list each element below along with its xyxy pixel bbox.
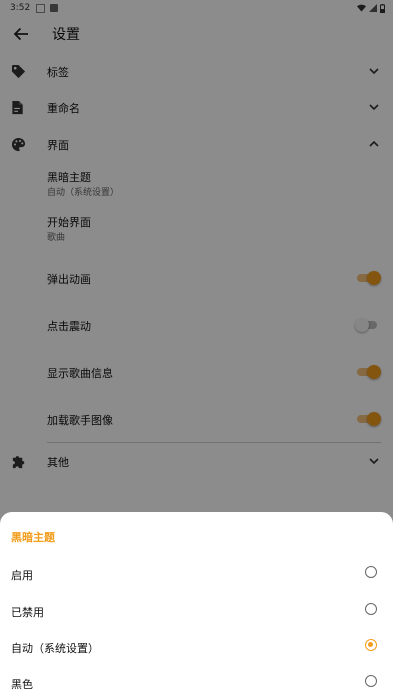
option-auto-system[interactable]: 自动（系统设置）	[0, 628, 393, 665]
option-black[interactable]: 黑色	[0, 664, 393, 700]
sheet-title: 黑暗主题	[11, 531, 55, 544]
radio-button[interactable]	[365, 603, 377, 615]
option-label: 黑色	[11, 678, 33, 691]
option-label: 已禁用	[11, 606, 44, 619]
option-label: 自动（系统设置）	[11, 642, 99, 655]
dark-theme-bottom-sheet: 黑暗主题 启用 已禁用 自动（系统设置） 黑色	[0, 512, 393, 700]
radio-button-selected[interactable]	[365, 639, 377, 651]
option-disabled[interactable]: 已禁用	[0, 592, 393, 629]
radio-button[interactable]	[365, 675, 377, 687]
radio-button[interactable]	[365, 566, 377, 578]
option-label: 启用	[11, 569, 33, 582]
screen: 3:52 设置 标签 重命名 界面 黑暗主题 自动（系统设置） 开始界面 歌曲 …	[0, 0, 393, 700]
option-enable[interactable]: 启用	[0, 555, 393, 592]
